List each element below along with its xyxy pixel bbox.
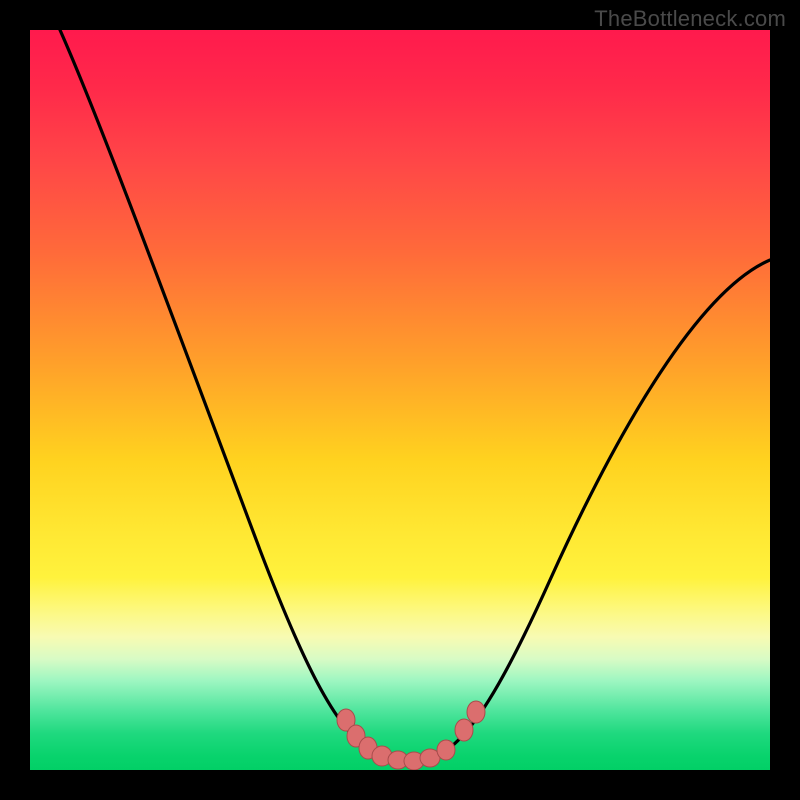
- chart-svg: [30, 30, 770, 770]
- bottleneck-curve: [60, 30, 770, 761]
- plot-area: [30, 30, 770, 770]
- watermark-text: TheBottleneck.com: [594, 6, 786, 32]
- flat-region-dots: [337, 701, 485, 770]
- chart-frame: TheBottleneck.com: [0, 0, 800, 800]
